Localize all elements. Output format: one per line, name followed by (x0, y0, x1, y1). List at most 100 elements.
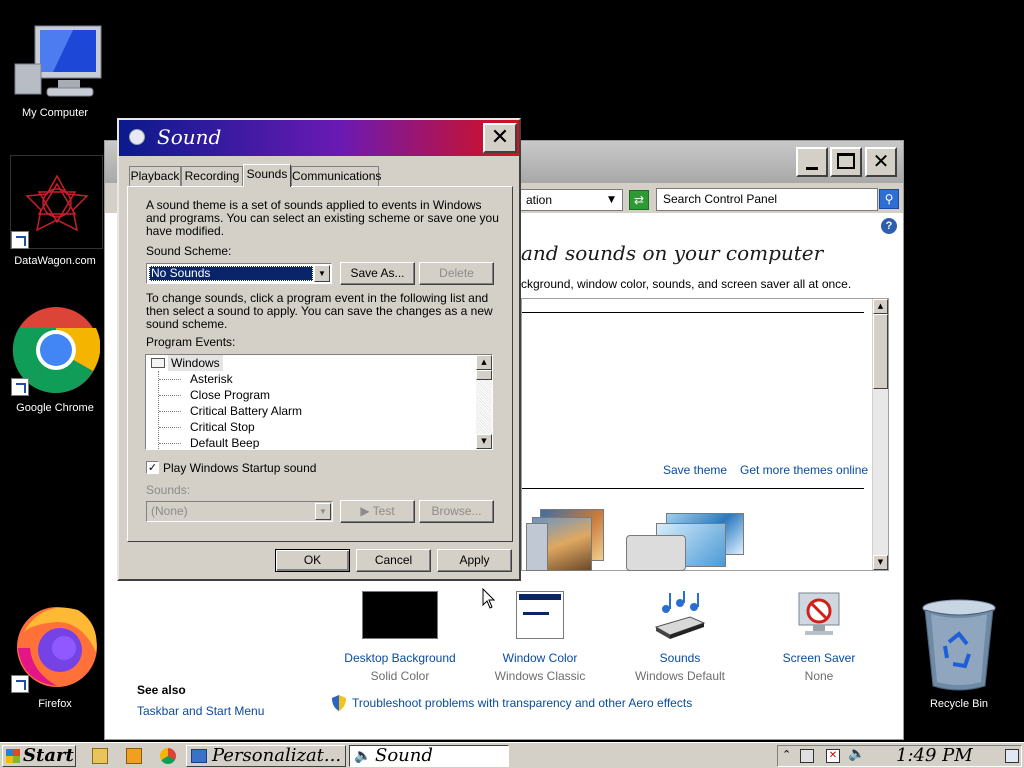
computer-icon (13, 24, 103, 100)
taskbar-personalization[interactable]: Personalizat... (186, 745, 346, 767)
action-center-icon[interactable]: ✕ (826, 749, 840, 763)
scroll-down-icon[interactable]: ▼ (476, 434, 492, 449)
tree-line (159, 395, 181, 396)
media-player-icon[interactable] (126, 748, 142, 764)
list-item[interactable]: Default Beep (190, 435, 259, 449)
scroll-up-icon[interactable]: ▲ (873, 299, 888, 314)
page-title: and sounds on your computer (521, 241, 824, 265)
test-button[interactable]: ▶ Test (340, 500, 415, 523)
desktop-background-link[interactable]: Desktop Background (330, 651, 470, 665)
scroll-thumb[interactable] (476, 370, 492, 380)
tab-playback[interactable]: Playback (129, 166, 181, 186)
taskbar-task-label: Personalizat... (212, 745, 342, 766)
chevron-down-icon[interactable]: ▼ (314, 265, 330, 282)
volume-icon[interactable]: 🔈 (848, 746, 865, 762)
themes-scrollbar[interactable]: ▲ ▼ (872, 299, 888, 570)
list-item[interactable]: Asterisk (190, 371, 233, 387)
divider (522, 488, 864, 489)
desktop-icon-chrome[interactable]: Google Chrome (7, 306, 103, 421)
chrome-icon[interactable] (160, 748, 176, 764)
desktop-icon-firefox[interactable]: Firefox (7, 600, 103, 715)
apply-button[interactable]: Apply (437, 549, 512, 572)
tab-label: Playback (130, 169, 180, 183)
taskbar-task-label: Sound (375, 745, 433, 766)
startup-sound-checkbox[interactable]: ✓ (146, 461, 159, 474)
list-item[interactable]: Close Program (190, 387, 270, 403)
chevron-down-icon[interactable]: ▼ (315, 503, 331, 520)
show-desktop-icon[interactable] (1005, 749, 1019, 763)
clock[interactable]: 1:49 PM (896, 745, 973, 766)
sounds-value: (None) (151, 504, 188, 518)
divider (522, 312, 864, 313)
desktop-icon-label: Firefox (38, 698, 72, 710)
shortcut-arrow-icon (11, 675, 29, 693)
tab-recording[interactable]: Recording (181, 166, 243, 186)
close-button[interactable]: ✕ (483, 123, 517, 153)
sounds-link[interactable]: Sounds (610, 651, 750, 665)
list-item[interactable]: Critical Stop (190, 419, 255, 435)
scroll-thumb[interactable] (873, 314, 888, 389)
get-more-themes-link[interactable]: Get more themes online (740, 463, 868, 477)
startup-sound-label[interactable]: Play Windows Startup sound (163, 462, 316, 475)
desktop-icon-datawagon[interactable]: DataWagon.com (7, 155, 103, 270)
page-subtitle: ckground, window color, sounds, and scre… (521, 277, 852, 291)
program-events-list[interactable]: Windows Asterisk Close Program Critical … (145, 354, 493, 450)
desktop-icon-label: My Computer (21, 107, 89, 119)
list-item[interactable]: Critical Battery Alarm (190, 403, 302, 419)
explorer-icon[interactable] (92, 748, 108, 764)
recycle-bin-icon (921, 598, 997, 694)
windows-folder-icon (151, 358, 165, 368)
sound-scheme-select[interactable]: No Sounds ▼ (146, 263, 332, 284)
theme-image (526, 523, 548, 571)
description-line: have modified. (146, 224, 225, 238)
close-button[interactable]: ✕ (865, 147, 897, 177)
dialog-title: Sound (157, 125, 222, 149)
sound-dialog-titlebar[interactable]: Sound ✕ (119, 120, 519, 156)
screen-saver-link[interactable]: Screen Saver (749, 651, 889, 665)
themes-list[interactable]: Save theme Get more themes online ▲ ▼ (521, 298, 889, 571)
test-label: Test (372, 504, 395, 518)
save-as-button[interactable]: Save As... (340, 262, 415, 285)
troubleshoot-link[interactable]: Troubleshoot problems with transparency … (352, 696, 692, 710)
sounds-item[interactable]: Sounds Windows Default (610, 591, 750, 683)
screen-saver-item[interactable]: Screen Saver None (749, 591, 889, 683)
search-placeholder: Search Control Panel (663, 192, 778, 206)
start-button[interactable]: Start (2, 745, 76, 767)
maximize-button[interactable] (830, 147, 862, 177)
scroll-down-icon[interactable]: ▼ (873, 555, 888, 570)
help-icon[interactable]: ? (881, 218, 897, 234)
minimize-button[interactable] (796, 147, 828, 177)
theme-thumbnail-aqua[interactable] (622, 513, 748, 571)
desktop-background-item[interactable]: Desktop Background Solid Color (330, 591, 470, 683)
browse-button[interactable]: Browse... (419, 500, 494, 523)
theme-thumbnail-landscape[interactable] (526, 509, 606, 571)
search-icon[interactable]: ⚲ (879, 189, 899, 209)
taskbar: Start Personalizat... 🔈 Sound ⌃ ✕ 🔈 1:49… (0, 742, 1024, 768)
windows-logo-icon (6, 749, 20, 763)
desktop-icon-label: DataWagon.com (14, 255, 96, 267)
show-hidden-icons-icon[interactable]: ⌃ (782, 748, 791, 761)
cancel-button[interactable]: Cancel (356, 549, 431, 572)
window-color-value: Windows Classic (494, 669, 586, 683)
list-item[interactable]: Windows (168, 355, 223, 371)
search-input[interactable]: Search Control Panel (656, 188, 878, 211)
tab-communications[interactable]: Communications (291, 166, 381, 186)
delete-button[interactable]: Delete (419, 262, 494, 285)
desktop-icon-label: Google Chrome (16, 402, 94, 414)
desktop-icon-recycle-bin[interactable]: Recycle Bin (911, 598, 1007, 713)
save-theme-link[interactable]: Save theme (663, 463, 727, 477)
network-icon[interactable] (800, 749, 814, 763)
desktop-icon-my-computer[interactable]: My Computer (7, 24, 103, 124)
address-dropdown-icon[interactable]: ▼ (608, 189, 622, 211)
taskbar-sound[interactable]: 🔈 Sound (349, 745, 509, 767)
refresh-icon[interactable]: ⇄ (629, 190, 649, 210)
scroll-up-icon[interactable]: ▲ (476, 355, 492, 370)
tab-sounds[interactable]: Sounds (243, 164, 291, 187)
taskbar-start-menu-link[interactable]: Taskbar and Start Menu (137, 704, 264, 718)
ok-button[interactable]: OK (275, 549, 350, 572)
desktop-background-value: Solid Color (370, 669, 430, 683)
window-color-link[interactable]: Window Color (470, 651, 610, 665)
program-events-label: Program Events: (146, 335, 236, 349)
sounds-select[interactable]: (None) ▼ (146, 501, 333, 522)
events-scrollbar[interactable]: ▲ ▼ (476, 355, 492, 449)
